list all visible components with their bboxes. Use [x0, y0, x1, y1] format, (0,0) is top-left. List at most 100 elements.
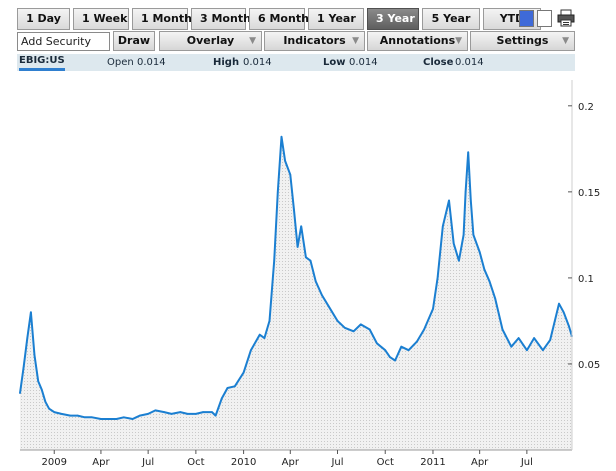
data-point — [483, 268, 486, 271]
data-point — [328, 306, 331, 309]
data-point — [467, 151, 470, 154]
x-tick-label: Oct — [187, 457, 204, 468]
x-tick-label: 2011 — [420, 457, 445, 468]
data-point — [452, 242, 455, 245]
data-point — [526, 349, 528, 352]
data-point — [268, 320, 271, 322]
data-point — [211, 411, 213, 413]
data-point — [242, 371, 245, 374]
data-point — [91, 416, 93, 419]
data-point — [26, 337, 29, 339]
data-point — [314, 280, 317, 283]
data-point — [221, 397, 223, 400]
data-point — [273, 259, 276, 262]
x-tick-label: Jul — [520, 457, 533, 468]
data-point — [336, 320, 339, 322]
data-point — [321, 294, 323, 296]
data-point — [289, 173, 292, 176]
x-tick-label: Apr — [282, 457, 300, 468]
data-point — [458, 259, 460, 262]
data-point — [389, 356, 391, 358]
data-point — [123, 416, 125, 419]
data-point — [442, 225, 444, 228]
data-point — [368, 328, 371, 331]
data-point — [470, 199, 472, 202]
y-tick-label: 0.05 — [578, 360, 600, 371]
data-point — [30, 311, 32, 314]
data-point — [558, 302, 560, 305]
x-tick-label: Jul — [330, 457, 343, 468]
data-point — [195, 413, 197, 415]
data-point — [33, 354, 36, 357]
data-point — [407, 349, 410, 352]
x-tick-label: Apr — [471, 457, 489, 468]
data-point — [135, 416, 137, 419]
data-point — [478, 251, 481, 253]
data-point — [305, 256, 307, 259]
data-point — [22, 366, 25, 369]
data-point — [494, 297, 497, 300]
x-tick-label: Oct — [377, 457, 394, 468]
data-point — [533, 337, 535, 339]
data-point — [472, 234, 475, 236]
data-point — [416, 340, 418, 343]
data-point — [19, 392, 21, 395]
data-point — [139, 414, 141, 417]
data-point — [464, 191, 467, 193]
data-point — [284, 160, 286, 162]
data-point — [53, 411, 55, 413]
data-point — [462, 234, 465, 236]
data-point — [400, 345, 403, 348]
data-point — [163, 411, 165, 413]
data-point — [280, 136, 283, 138]
data-point — [37, 380, 39, 383]
x-tick-label: 2009 — [42, 457, 67, 468]
data-point — [250, 349, 252, 352]
data-point — [263, 337, 266, 339]
data-point — [214, 414, 217, 417]
data-point — [60, 413, 63, 415]
data-point — [352, 330, 355, 333]
data-point — [115, 418, 118, 420]
data-point — [69, 414, 72, 417]
data-point — [202, 411, 204, 413]
data-point — [488, 280, 491, 283]
data-point — [107, 418, 109, 420]
data-point — [300, 225, 303, 228]
data-point — [344, 327, 346, 329]
data-point — [226, 387, 229, 389]
data-point — [384, 349, 387, 352]
data-point — [510, 345, 513, 348]
data-point — [131, 418, 134, 420]
data-point — [277, 191, 279, 193]
data-point — [154, 409, 157, 412]
x-tick-label: 2010 — [231, 457, 256, 468]
data-point — [41, 389, 43, 391]
data-point — [100, 418, 102, 420]
data-point — [234, 385, 236, 388]
data-point — [296, 246, 299, 248]
x-tick-label: Jul — [141, 457, 154, 468]
data-point — [568, 325, 570, 327]
data-point — [44, 401, 47, 403]
data-point — [48, 407, 50, 410]
data-point — [147, 413, 149, 415]
data-point — [76, 414, 79, 417]
data-point — [170, 413, 173, 415]
price-chart: 0.05 0.1 0.15 0.2 2009 Apr Jul Oct 2010 Apr Jul Oct… — [19, 80, 600, 468]
data-point — [542, 349, 544, 352]
data-point — [562, 311, 565, 314]
data-point — [501, 328, 504, 331]
y-tick-label: 0.15 — [578, 188, 600, 199]
data-point — [360, 323, 362, 326]
data-point — [436, 277, 439, 279]
series-area-fill — [20, 136, 572, 451]
data-point — [517, 337, 520, 339]
data-point — [186, 413, 189, 415]
data-point — [423, 328, 425, 331]
data-point — [549, 339, 551, 341]
data-point — [179, 411, 182, 413]
data-point — [293, 208, 295, 210]
plot-area — [19, 135, 573, 451]
data-point — [394, 359, 396, 362]
